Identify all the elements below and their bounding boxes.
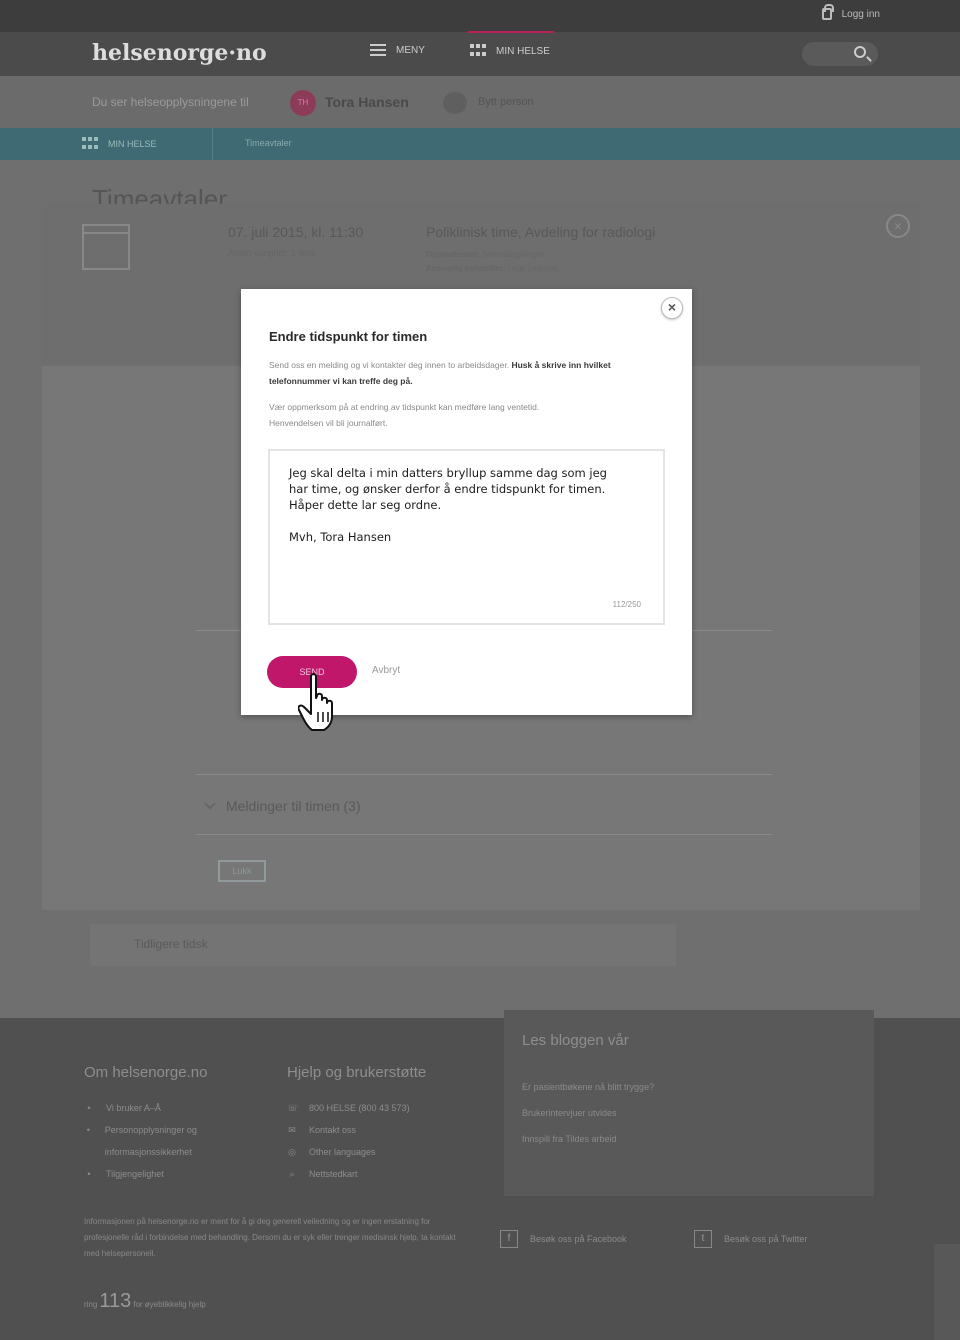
blog-title: Les bloggen vår <box>522 1032 629 1049</box>
hand-cursor-icon <box>298 673 333 731</box>
messages-label: Meldinger til timen (3) <box>226 798 361 814</box>
appointment-meta: Oppmøtested: Sentralbygningen Ansvarlig … <box>426 248 559 276</box>
bullet-icon: • <box>87 1169 91 1179</box>
messages-toggle[interactable]: Meldinger til timen (3) <box>204 798 361 814</box>
responsible-value: Lege Legesen <box>507 264 559 273</box>
close-icon[interactable]: × <box>661 297 683 319</box>
place-label: Oppmøtested: <box>426 250 481 259</box>
close-icon[interactable]: × <box>886 214 910 238</box>
previous-appointments[interactable]: Tidligere tidsk <box>90 924 676 966</box>
login-link[interactable]: Logg inn <box>821 4 880 20</box>
dialog-title: Endre tidspunkt for timen <box>269 329 428 344</box>
user-name[interactable]: Tora Hansen <box>325 94 409 110</box>
switch-person-link[interactable]: Bytt person <box>478 96 534 108</box>
dialog-intro: Send oss en melding og vi kontakter deg … <box>269 357 661 389</box>
footer-about: Om helsenorge.no • Vi bruker A–Å • Persono… <box>84 1064 264 1185</box>
appointment-date: 07. juli 2015, kl. 11:30 <box>228 224 364 240</box>
search-icon <box>854 46 866 58</box>
place-value: Sentralbygningen <box>482 250 545 259</box>
message-textarea[interactable]: Jeg skal delta i min datters bryllup sam… <box>268 449 665 625</box>
twitter-label: Besøk oss på Twitter <box>724 1234 808 1244</box>
footer-link[interactable]: ☏ 800 HELSE (800 43 573) <box>287 1097 477 1119</box>
appointment-duration: Antatt varighet: 1 time <box>228 248 316 258</box>
login-label: Logg inn <box>841 8 880 20</box>
blog-link[interactable]: Er pasientbøkene nå blitt trygge? <box>522 1080 722 1094</box>
sub-nav-my-health[interactable]: MIN HELSE <box>82 137 157 151</box>
switch-person-icon[interactable] <box>443 92 467 114</box>
footer-link-label: Kontakt oss <box>309 1125 357 1135</box>
chat-icon: ✉ <box>288 1125 296 1135</box>
dialog-note: Vær oppmerksom på at endring av tidspunk… <box>269 402 540 428</box>
nav-menu-label: MENY <box>396 44 425 56</box>
message-text: Jeg skal delta i min datters bryllup sam… <box>289 466 607 544</box>
phone-icon: ☏ <box>287 1103 299 1113</box>
close-button[interactable]: Lukk <box>218 860 266 882</box>
divider <box>196 834 772 835</box>
divider <box>196 774 772 775</box>
footer-link-label: Personopplysninger og informasjonssikker… <box>104 1125 197 1157</box>
blog-link[interactable]: Innspill fra Tildes arbeid <box>522 1132 722 1146</box>
ring-number: 113 <box>99 1290 132 1312</box>
footer-help-title: Hjelp og brukerstøtte <box>287 1064 427 1081</box>
lock-icon <box>821 4 834 20</box>
ring-suffix: for øyeblikkelig hjelp <box>133 1300 206 1309</box>
footer-about-title: Om helsenorge.no <box>84 1064 208 1081</box>
divider <box>212 128 213 160</box>
globe-icon: ◎ <box>288 1147 296 1157</box>
main-nav: helsenorge·no MENY MIN HELSE <box>0 31 960 76</box>
sub-nav-appointments[interactable]: Timeavtaler <box>245 138 292 148</box>
footer-link-label: 800 HELSE (800 43 573) <box>309 1103 410 1113</box>
footer-link[interactable]: ◎ Other languages <box>287 1141 477 1163</box>
footer-link[interactable]: • Tilgjengelighet <box>84 1163 264 1185</box>
footer-link[interactable]: • Vi bruker A–Å <box>84 1097 264 1119</box>
twitter-icon: t <box>694 1230 712 1248</box>
footer-disclaimer: Informasjonen på helsenorge.no er ment f… <box>84 1217 456 1258</box>
user-bar: Du ser helseopplysningene til TH Tora Ha… <box>0 76 960 128</box>
emergency-number: ring 113 for øyeblikkelig hjelp <box>84 1290 206 1313</box>
site-logo[interactable]: helsenorge·no <box>92 40 267 66</box>
footer-link-label: Other languages <box>309 1147 376 1157</box>
search-button[interactable] <box>802 42 878 66</box>
grid-icon <box>470 44 486 58</box>
footer-link[interactable]: • Personopplysninger og informasjonssikke… <box>84 1119 264 1163</box>
search-icon: ⌕ <box>289 1169 295 1179</box>
grid-icon <box>82 137 98 151</box>
sub-nav-my-health-label: MIN HELSE <box>108 139 157 149</box>
nav-my-health-label: MIN HELSE <box>496 45 550 57</box>
hamburger-icon <box>370 44 386 56</box>
bullet-icon: • <box>86 1125 90 1135</box>
viewing-as-text: Du ser helseopplysningene til <box>92 95 249 109</box>
footer-link-label: Vi bruker A–Å <box>106 1103 161 1113</box>
facebook-label: Besøk oss på Facebook <box>530 1234 627 1244</box>
footer-help: Hjelp og brukerstøtte ☏ 800 HELSE (800 43… <box>287 1064 477 1185</box>
dialog-intro-text: Send oss en melding og vi kontakter deg … <box>269 360 510 370</box>
facebook-link[interactable]: f Besøk oss på Facebook <box>500 1230 627 1248</box>
ring-prefix: ring <box>84 1300 98 1309</box>
appointment-title: Poliklinisk time, Avdeling for radiologi <box>426 224 656 240</box>
calendar-icon <box>82 224 130 270</box>
footer-link[interactable]: ⌕ Nettstedkart <box>287 1163 477 1185</box>
top-strip: Logg inn <box>0 0 960 32</box>
cancel-link[interactable]: Avbryt <box>372 665 400 676</box>
footer-link[interactable]: ✉ Kontakt oss <box>287 1119 477 1141</box>
blog-box: Les bloggen vår Er pasientbøkene nå blit… <box>504 1010 874 1196</box>
change-time-dialog: × Endre tidspunkt for timen Send oss en … <box>241 289 692 715</box>
nav-menu-button[interactable]: MENY <box>370 44 425 56</box>
blog-link[interactable]: Brukerintervjuer utvides <box>522 1106 722 1120</box>
character-counter: 112/250 <box>612 600 641 609</box>
responsible-label: Ansvarlig behandler: <box>426 264 506 273</box>
chevron-down-icon <box>204 798 216 810</box>
avatar: TH <box>290 90 316 116</box>
twitter-link[interactable]: t Besøk oss på Twitter <box>694 1230 807 1248</box>
bullet-icon: • <box>87 1103 91 1113</box>
nav-my-health-button[interactable]: MIN HELSE <box>468 31 554 58</box>
footer-link-label: Tilgjengelighet <box>106 1169 164 1179</box>
facebook-icon: f <box>500 1230 518 1248</box>
sub-nav: MIN HELSE Timeavtaler <box>0 128 960 160</box>
feedback-tab[interactable] <box>934 1244 960 1340</box>
previous-label: Tidligere tidsk <box>134 937 208 951</box>
footer-link-label: Nettstedkart <box>309 1169 358 1179</box>
